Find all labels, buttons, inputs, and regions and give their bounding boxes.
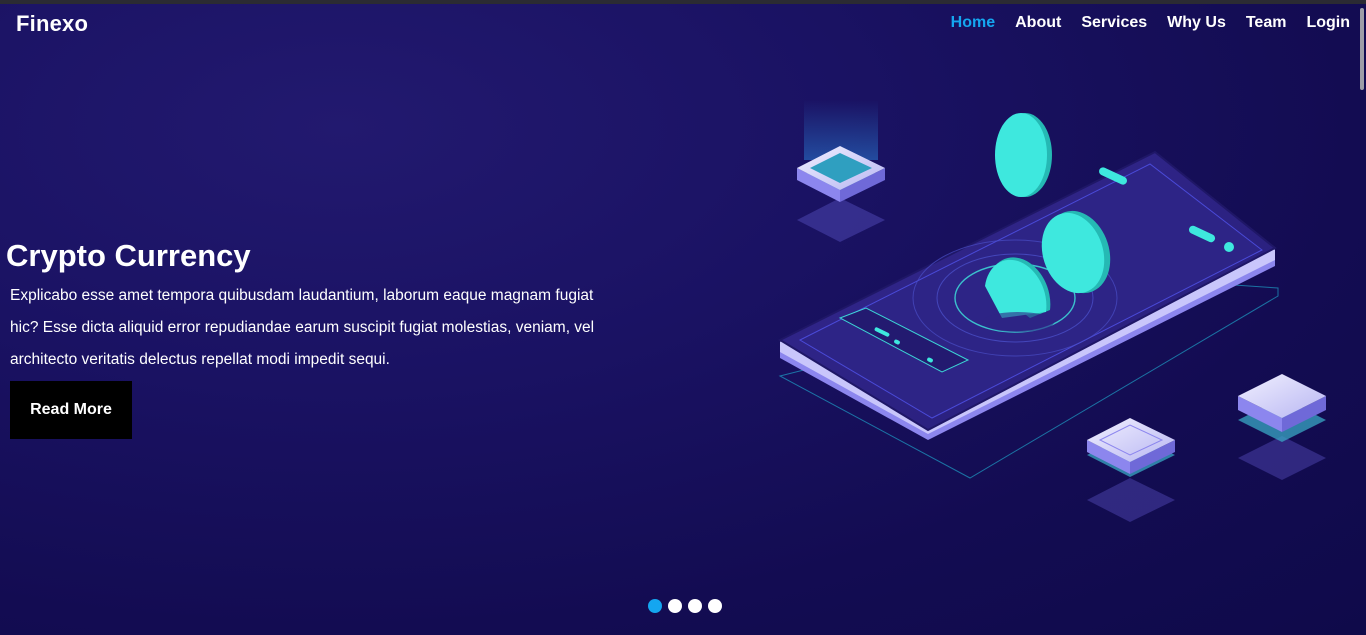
slide-indicator-1[interactable]: [648, 599, 662, 613]
slide-indicator-4[interactable]: [708, 599, 722, 613]
read-more-button[interactable]: Read More: [10, 381, 132, 439]
nav-why-us[interactable]: Why Us: [1167, 14, 1226, 32]
cube-icon: [1238, 374, 1326, 480]
brand-logo[interactable]: Finexo: [16, 11, 88, 37]
page: Finexo Home About Services Why Us Team L…: [0, 0, 1366, 635]
slide-indicator-3[interactable]: [688, 599, 702, 613]
cube-icon: [1087, 418, 1175, 522]
nav-about[interactable]: About: [1015, 14, 1061, 32]
nav-services[interactable]: Services: [1081, 14, 1147, 32]
hero-title: Crypto Currency: [6, 238, 251, 273]
crypto-phone-illustration: [777, 100, 1326, 522]
main-nav: Home About Services Why Us Team Login: [951, 14, 1350, 32]
nav-home[interactable]: Home: [951, 14, 995, 32]
hero-description: Explicabo esse amet tempora quibusdam la…: [10, 287, 595, 368]
nav-login[interactable]: Login: [1306, 14, 1350, 32]
coin-icon: [995, 113, 1052, 197]
slider-indicators: [648, 599, 722, 613]
cube-icon: [797, 100, 885, 242]
browser-top-strip: [0, 0, 1366, 4]
nav-team[interactable]: Team: [1246, 14, 1287, 32]
scrollbar-thumb[interactable]: [1360, 8, 1364, 90]
slide-indicator-2[interactable]: [668, 599, 682, 613]
